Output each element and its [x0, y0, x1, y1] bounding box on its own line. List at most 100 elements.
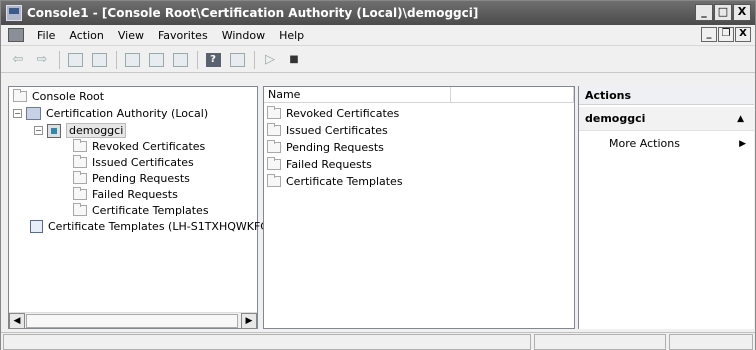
folder-icon [73, 171, 87, 184]
list-item[interactable]: Failed Requests [267, 157, 372, 172]
more-actions-item[interactable]: More Actions ▶ [579, 135, 754, 153]
title-bar[interactable]: Console1 - [Console Root\Certification A… [1, 1, 755, 25]
list-header: Name [264, 87, 574, 103]
child-close-button[interactable]: X [735, 27, 751, 42]
toolbar: ⇦ ⇨ ? ▷ ■ [1, 47, 755, 73]
list-item-label: Certificate Templates [286, 175, 403, 188]
toolbar-separator [254, 50, 255, 69]
up-folder-icon [67, 52, 83, 67]
menu-window[interactable]: Window [215, 29, 272, 42]
tree-item-console-root[interactable]: Console Root [13, 89, 104, 104]
forward-arrow-icon[interactable]: ⇨ [31, 50, 53, 70]
toolbar-separator [59, 50, 60, 69]
show-action-pane-button[interactable] [226, 50, 248, 70]
tree-item-label: Issued Certificates [92, 156, 194, 169]
actions-section-label: demoggci [585, 112, 646, 125]
column-header-name[interactable]: Name [264, 87, 451, 102]
toolbar-separator [197, 50, 198, 69]
folder-icon [267, 123, 281, 136]
results-list[interactable]: Name Revoked Certificates Issued Certifi… [263, 86, 575, 329]
certificate-templates-icon [30, 220, 43, 233]
help-button[interactable]: ? [202, 50, 224, 70]
menu-file[interactable]: File [30, 29, 62, 42]
start-service-button[interactable]: ▷ [259, 50, 281, 70]
menu-favorites[interactable]: Favorites [151, 29, 215, 42]
tree-item-certification-authority[interactable]: − Certification Authority (Local) [13, 106, 208, 121]
properties-icon [124, 52, 140, 67]
tree-item-revoked-certificates[interactable]: Revoked Certificates [73, 139, 205, 154]
show-hide-tree-button[interactable] [88, 50, 110, 70]
tree-item-label: Revoked Certificates [92, 140, 206, 153]
back-arrow-icon[interactable]: ⇦ [7, 50, 29, 70]
menu-action[interactable]: Action [62, 29, 110, 42]
console-tree-icon [91, 52, 107, 67]
list-item-label: Failed Requests [286, 158, 372, 171]
tree-horizontal-scrollbar[interactable]: ◀ ▶ [9, 312, 257, 329]
scroll-right-icon[interactable]: ▶ [241, 313, 257, 329]
actions-pane-title: Actions [579, 86, 754, 105]
folder-icon [267, 140, 281, 153]
scroll-thumb[interactable] [26, 314, 238, 328]
tree-item-label: Pending Requests [92, 172, 190, 185]
menu-bar: File Action View Favorites Window Help _… [1, 25, 755, 46]
status-cell-main [3, 334, 531, 350]
console-app-icon[interactable] [6, 5, 22, 21]
action-pane-icon [229, 52, 245, 67]
refresh-icon [148, 52, 164, 67]
more-actions-label: More Actions [609, 137, 680, 150]
actions-section-demoggci[interactable]: demoggci ▲ [579, 107, 754, 131]
collapse-toggle-icon[interactable]: − [13, 109, 22, 118]
tree-item-label: Certificate Templates (LH-S1TXHQWKFC\ [48, 220, 272, 233]
list-item[interactable]: Pending Requests [267, 140, 384, 155]
folder-icon [267, 106, 281, 119]
collapse-toggle-icon[interactable]: − [34, 126, 43, 135]
mmc-system-menu-icon[interactable] [8, 28, 24, 42]
tree-item-pending-requests[interactable]: Pending Requests [73, 171, 190, 186]
certification-authority-icon [26, 107, 41, 120]
folder-icon [267, 157, 281, 170]
ca-server-icon [47, 123, 61, 138]
child-window-controls: _ ❐ X [701, 27, 751, 42]
console-tree[interactable]: Console Root − Certification Authority (… [8, 86, 272, 329]
status-cell-secondary [534, 334, 666, 350]
window-title: Console1 - [Console Root\Certification A… [27, 6, 479, 20]
list-item[interactable]: Certificate Templates [267, 174, 403, 189]
list-item[interactable]: Revoked Certificates [267, 106, 399, 121]
tree-item-certificate-templates-snapin[interactable]: Certificate Templates (LH-S1TXHQWKFC\ [30, 219, 272, 234]
submenu-arrow-icon: ▶ [739, 139, 746, 149]
folder-icon [13, 89, 27, 102]
list-item-label: Revoked Certificates [286, 107, 400, 120]
tree-item-label: demoggci [66, 123, 127, 138]
tree-item-label: Failed Requests [92, 188, 178, 201]
close-button[interactable]: X [733, 4, 751, 21]
export-list-button[interactable] [169, 50, 191, 70]
up-level-button[interactable] [64, 50, 86, 70]
tree-item-certificate-templates[interactable]: Certificate Templates [73, 203, 209, 218]
toolbar-separator [116, 50, 117, 69]
tree-item-label: Certification Authority (Local) [46, 107, 209, 120]
menu-view[interactable]: View [111, 29, 151, 42]
minimize-button[interactable]: _ [695, 4, 713, 21]
scroll-left-icon[interactable]: ◀ [9, 313, 25, 329]
column-header-empty[interactable] [451, 87, 574, 102]
menu-help[interactable]: Help [272, 29, 311, 42]
maximize-button[interactable]: □ [714, 4, 732, 21]
tree-item-issued-certificates[interactable]: Issued Certificates [73, 155, 194, 170]
tree-item-failed-requests[interactable]: Failed Requests [73, 187, 178, 202]
list-item[interactable]: Issued Certificates [267, 123, 388, 138]
tree-item-demoggci[interactable]: − demoggci [34, 123, 127, 138]
collapse-up-icon[interactable]: ▲ [737, 107, 744, 131]
folder-icon [73, 155, 87, 168]
properties-button[interactable] [121, 50, 143, 70]
folder-icon [73, 203, 87, 216]
help-icon: ? [205, 52, 221, 67]
list-item-label: Pending Requests [286, 141, 384, 154]
refresh-button[interactable] [145, 50, 167, 70]
child-minimize-button[interactable]: _ [701, 27, 717, 42]
tree-item-label: Certificate Templates [92, 204, 209, 217]
window-controls: _ □ X [695, 4, 751, 21]
stop-service-button[interactable]: ■ [283, 50, 305, 70]
child-restore-button[interactable]: ❐ [718, 27, 734, 42]
actions-pane: Actions demoggci ▲ More Actions ▶ [578, 86, 754, 329]
status-bar [1, 332, 755, 350]
